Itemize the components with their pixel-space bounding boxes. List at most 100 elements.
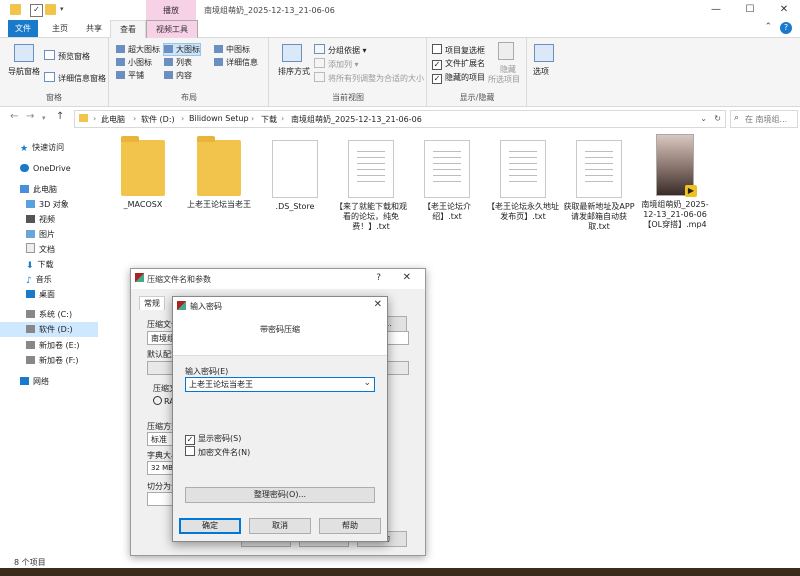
show-password-checkbox[interactable]: ✓ 显示密码(S) [185,433,241,445]
nav-network-label: 网络 [33,377,49,386]
details-pane-button[interactable]: 详细信息窗格 [44,72,106,84]
hide-selected-button-2[interactable]: 所选项目 [488,74,520,85]
address-bar[interactable]: › 此电脑 › 软件 (D:) › Bilidown Setup › 下载 › … [74,110,726,128]
ribbon: 导航窗格 预览窗格 详细信息窗格 窗格 超大图标 大图标 中图标 小图标 列表 … [0,38,800,107]
radio-selected-icon [153,396,162,405]
drive-icon [26,341,35,349]
quick-access-dropdown-icon[interactable]: ▾ [60,5,64,13]
maximize-button[interactable]: ☐ [738,2,762,18]
file-item[interactable]: .DS_Store [258,140,332,212]
close-button[interactable]: ✕ [772,2,796,18]
folder-icon [121,136,165,196]
file-item[interactable]: 【老王论坛介绍】.txt [410,140,484,222]
nav-drive-c-label: 系统 (C:) [39,310,73,319]
password-ok-button[interactable]: 确定 [179,518,241,534]
tab-home[interactable]: 主页 [44,20,76,37]
layout-small-icons[interactable]: 小图标 [116,57,152,68]
hide-selected-icon[interactable] [498,42,514,60]
layout-small-label: 小图标 [128,58,152,67]
layout-list[interactable]: 列表 [164,57,192,68]
hidden-items-toggle[interactable]: ✓ 隐藏的项目 [432,72,485,84]
password-close-button[interactable]: ✕ [374,299,382,310]
fit-columns-button[interactable]: 将所有列调整为合适的大小 [314,72,424,84]
crumb-this-pc[interactable]: 此电脑 [101,114,125,125]
crumb-downloads[interactable]: 下载 [261,114,277,125]
properties-icon[interactable]: ✓ [30,4,43,17]
crumb-bilidown[interactable]: Bilidown Setup [189,114,249,123]
add-column-button[interactable]: 添加列 ▾ [314,58,359,70]
group-by-button[interactable]: 分组依据 ▾ [314,44,367,56]
nav-drive-d[interactable]: 软件 (D:) [0,322,98,337]
tab-file[interactable]: 文件 [8,20,38,37]
tab-general[interactable]: 常规 [139,296,165,310]
crumb-drive-d[interactable]: 软件 (D:) [141,114,175,125]
sort-icon[interactable] [282,44,302,62]
layout-details[interactable]: 详细信息 [214,57,258,68]
layout-tiles[interactable]: 平铺 [116,70,144,81]
password-input[interactable]: 上老王论坛当老王 ⌄ [185,377,375,392]
winrar-icon [177,301,186,310]
layout-large-icons[interactable]: 大图标 [163,43,201,56]
new-folder-icon[interactable] [45,4,56,15]
tab-video-tools[interactable]: 视频工具 [146,20,198,39]
cloud-icon [20,164,29,172]
play-context-tab[interactable]: 播放 [146,0,196,20]
item-checkboxes-toggle[interactable]: 项目复选框 [432,44,485,56]
file-item[interactable]: 【老王论坛永久地址发布页】.txt [486,140,560,222]
crumb-separator-icon: › [181,114,185,123]
compress-close-button[interactable]: ✕ [403,272,411,283]
preview-pane-button[interactable]: 预览窗格 [44,50,90,62]
layout-group-label: 布局 [181,93,197,102]
forward-icon[interactable]: → [26,111,34,122]
nav-downloads-label: 下载 [37,260,54,269]
tab-share[interactable]: 共享 [78,20,110,37]
layout-medium-icons[interactable]: 中图标 [214,44,250,55]
fit-columns-label: 将所有列调整为合适的大小 [328,74,424,83]
nav-pane-button[interactable]: 导航窗格 [8,66,40,77]
chevron-down-icon[interactable]: ⌄ [363,378,371,388]
minimize-button[interactable]: — [704,2,728,18]
checkbox-unchecked-icon [185,446,195,456]
crumb-current-folder[interactable]: 南境组萌奶_2025-12-13_21-06-06 [291,114,422,125]
tab-view[interactable]: 查看 [110,20,146,38]
checkbox-checked-icon: ✓ [432,74,442,84]
file-item[interactable]: 【来了就能下载和观看的论坛，纯免费！】.txt [334,140,408,232]
file-extensions-toggle[interactable]: ✓ 文件扩展名 [432,58,485,70]
search-box[interactable]: ⌕ 在 南境组... [730,110,798,128]
help-icon[interactable]: ? [780,22,792,34]
options-icon[interactable] [534,44,554,62]
file-item[interactable]: _MACOSX [106,136,180,210]
up-icon[interactable]: ↑ [56,111,64,122]
options-button[interactable]: 选项 [533,66,549,77]
compress-help-icon[interactable]: ? [376,273,381,283]
nav-this-pc-label: 此电脑 [33,185,57,194]
password-cancel-button[interactable]: 取消 [249,518,311,534]
refresh-icon[interactable]: ↻ [714,114,721,123]
nav-pane-icon[interactable] [14,44,34,62]
details-pane-label: 详细信息窗格 [58,74,106,83]
manage-passwords-button[interactable]: 整理密码(O)... [185,487,375,503]
document-icon [26,243,35,253]
file-name: _MACOSX [123,200,163,209]
picture-icon [26,230,35,238]
recent-dropdown-icon[interactable]: ▾ [42,114,46,122]
address-dropdown-icon[interactable]: ⌄ [700,114,707,123]
status-item-count: 8 个项目 [14,558,46,567]
back-icon[interactable]: ← [10,111,18,122]
file-item[interactable]: ▶ 南境组萌奶_2025-12-13_21-06-06【OL穿搭】.mp4 [638,134,712,230]
file-item[interactable]: 获取最新地址及APP请发邮箱自动获取.txt [562,140,636,232]
layout-extra-large-icons[interactable]: 超大图标 [116,44,160,55]
compress-dialog-titlebar: 压缩文件名和参数 ? ✕ [131,269,425,289]
checkbox-unchecked-icon [432,44,442,54]
layout-content-label: 内容 [176,71,192,80]
password-help-button[interactable]: 帮助 [319,518,381,534]
method-value: 标准 [151,435,167,444]
file-item[interactable]: 上老王论坛当老王 [182,136,256,210]
crumb-separator-icon: › [251,114,255,123]
collapse-ribbon-icon[interactable]: ⌃ [764,22,772,32]
layout-content[interactable]: 内容 [164,70,192,81]
computer-icon [20,185,29,193]
crumb-separator-icon: › [133,114,137,123]
encrypt-names-checkbox[interactable]: 加密文件名(N) [185,446,250,458]
sort-button[interactable]: 排序方式 [278,66,310,77]
